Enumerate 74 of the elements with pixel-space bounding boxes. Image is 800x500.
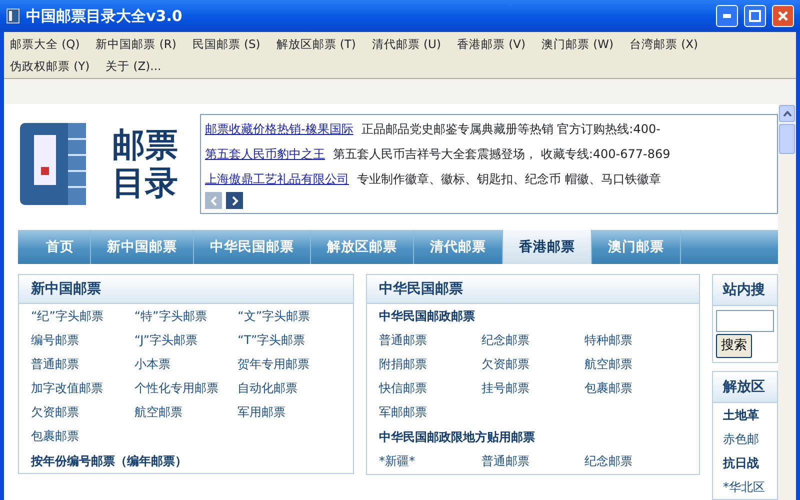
close-button[interactable] [772,5,794,27]
stamp-link[interactable]: 普通邮票 [31,353,79,376]
panel-title: 站内搜 [713,275,777,306]
section-heading: 按年份编号邮票（编年邮票） [30,453,188,470]
stamp-link[interactable]: 航空邮票 [584,353,632,376]
maximize-icon [749,10,761,22]
stamp-link[interactable]: 军用邮票 [238,401,286,424]
minimize-button[interactable] [716,5,738,27]
search-button[interactable]: 搜索 [716,334,752,358]
stamp-link[interactable]: 包裹邮票 [584,377,632,400]
window-title: 中国邮票目录大全v3.0 [26,6,184,27]
stamp-link[interactable]: 普通邮票 [482,450,530,473]
stamp-link[interactable]: “特”字头邮票 [134,305,207,328]
stamp-link[interactable]: 小本票 [134,353,170,376]
panel-title: 解放区 [713,372,777,402]
close-icon [777,10,789,22]
stamp-link[interactable]: 普通邮票 [379,329,427,352]
panel-title: 中华民国邮票 [367,275,699,304]
section-heading: 土地革 [722,406,760,424]
stamp-link[interactable]: 纪念邮票 [482,329,530,352]
menu-item[interactable]: 民国邮票 (S) [192,34,260,54]
stamp-link[interactable]: 纪念邮票 [584,450,632,473]
app-icon [6,8,20,24]
stamp-link[interactable]: 军邮邮票 [379,401,427,424]
scroll-thumb[interactable] [779,124,795,154]
ad-link[interactable]: 邮票收藏价格热销-橡果国际 [205,122,354,136]
stamp-link[interactable]: 欠资邮票 [31,401,79,424]
ad-text: 第五套人民币吉祥号大全套震撼登场， 收藏专线:400-677-869 [333,147,670,161]
maximize-button[interactable] [744,5,766,27]
stamp-link[interactable]: “J”字头邮票 [134,329,198,352]
chevron-right-icon [230,196,238,206]
stamp-link[interactable]: 自动化邮票 [238,377,298,400]
menu-item[interactable]: 清代邮票 (U) [372,34,441,54]
section-heading: 抗日战 [722,454,760,472]
stamp-link[interactable]: 快信邮票 [379,377,427,400]
nav-tab[interactable]: 香港邮票 [503,230,592,264]
stamp-link[interactable]: “文”字头邮票 [238,305,310,328]
stamp-link[interactable]: 特种邮票 [584,329,632,352]
stamp-link[interactable]: 个性化专用邮票 [134,377,218,400]
menu-item[interactable]: 澳门邮票 (W) [541,34,614,54]
logo-text: 邮票 [112,126,178,164]
menu-item[interactable]: 关于 (Z)... [106,56,162,76]
stamp-link[interactable]: 包裹邮票 [31,425,79,448]
stamp-link[interactable]: *新疆* [379,450,415,473]
stamp-link[interactable]: 欠资邮票 [482,353,530,376]
stamp-link[interactable]: 航空邮票 [134,401,182,424]
minimize-icon [723,14,731,18]
stamp-link[interactable]: 编号邮票 [31,329,79,352]
scrollbar[interactable] [778,104,796,500]
stamp-link[interactable]: 贺年专用邮票 [238,353,310,376]
menu-item[interactable]: 新中国邮票 (R) [96,34,176,54]
stamp-link[interactable]: “T”字头邮票 [238,329,306,352]
logo-text: 目录 [112,164,178,202]
stamp-link[interactable]: *华北区 [713,474,777,498]
ad-link[interactable]: 上海傲鼎工艺礼品有限公司 [205,172,349,186]
search-field[interactable] [716,310,774,332]
stamp-link[interactable]: “纪”字头邮票 [31,305,104,328]
menu-item[interactable]: 解放区邮票 (T) [276,34,356,54]
menu-item[interactable]: 伪政权邮票 (Y) [10,56,90,76]
stamp-link[interactable]: 附捐邮票 [379,353,427,376]
section-heading: 中华民国邮政限地方贴用邮票 [378,429,536,446]
stamp-link[interactable]: 赤色邮 [713,426,777,450]
ad-text: 正品邮品党史邮鉴专属典藏册等热销 官方订购热线:400- [361,122,660,136]
stamp-link[interactable]: 挂号邮票 [482,377,530,400]
ad-text: 专业制作徽章、徽标、钥匙扣、纪念币 帽徽、马口铁徽章 [357,172,661,186]
menu-item[interactable]: 香港邮票 (V) [456,34,526,54]
panel-title: 新中国邮票 [19,275,353,304]
chevron-left-icon [210,196,218,206]
section-heading: 中华民国邮政邮票 [378,308,476,325]
menu-item[interactable]: 台湾邮票 (X) [629,34,698,54]
stamp-link[interactable]: 加字改值邮票 [31,377,103,400]
menu-item[interactable]: 邮票大全 (Q) [10,34,80,54]
next-button[interactable] [226,192,243,209]
ad-link[interactable]: 第五套人民币豹中之王 [205,147,325,161]
